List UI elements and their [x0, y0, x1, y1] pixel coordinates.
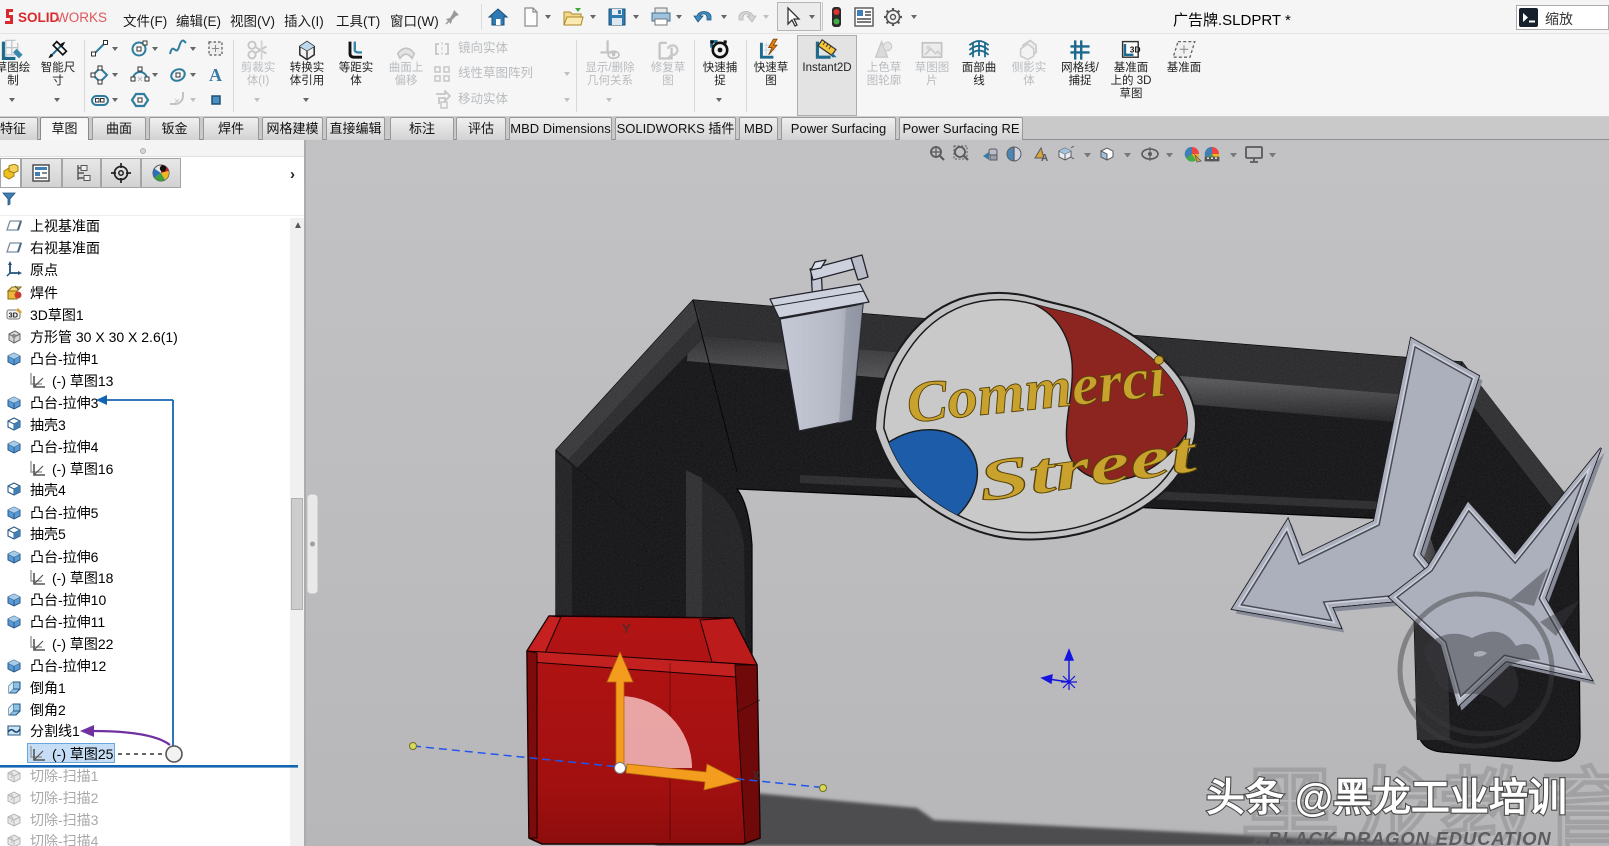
svg-text:X: X: [752, 768, 761, 783]
svg-text:3D: 3D: [1130, 44, 1141, 54]
svg-text:SOLID: SOLID: [18, 10, 60, 25]
svg-text:头条 @黑龙工业培训: 头条 @黑龙工业培训: [1206, 777, 1567, 820]
svg-text:Y: Y: [622, 621, 631, 636]
svg-text:WORKS: WORKS: [56, 10, 107, 25]
svg-text:A: A: [1041, 153, 1048, 164]
svg-text:BLACK DRAGON EDUCATION: BLACK DRAGON EDUCATION: [1268, 828, 1551, 846]
